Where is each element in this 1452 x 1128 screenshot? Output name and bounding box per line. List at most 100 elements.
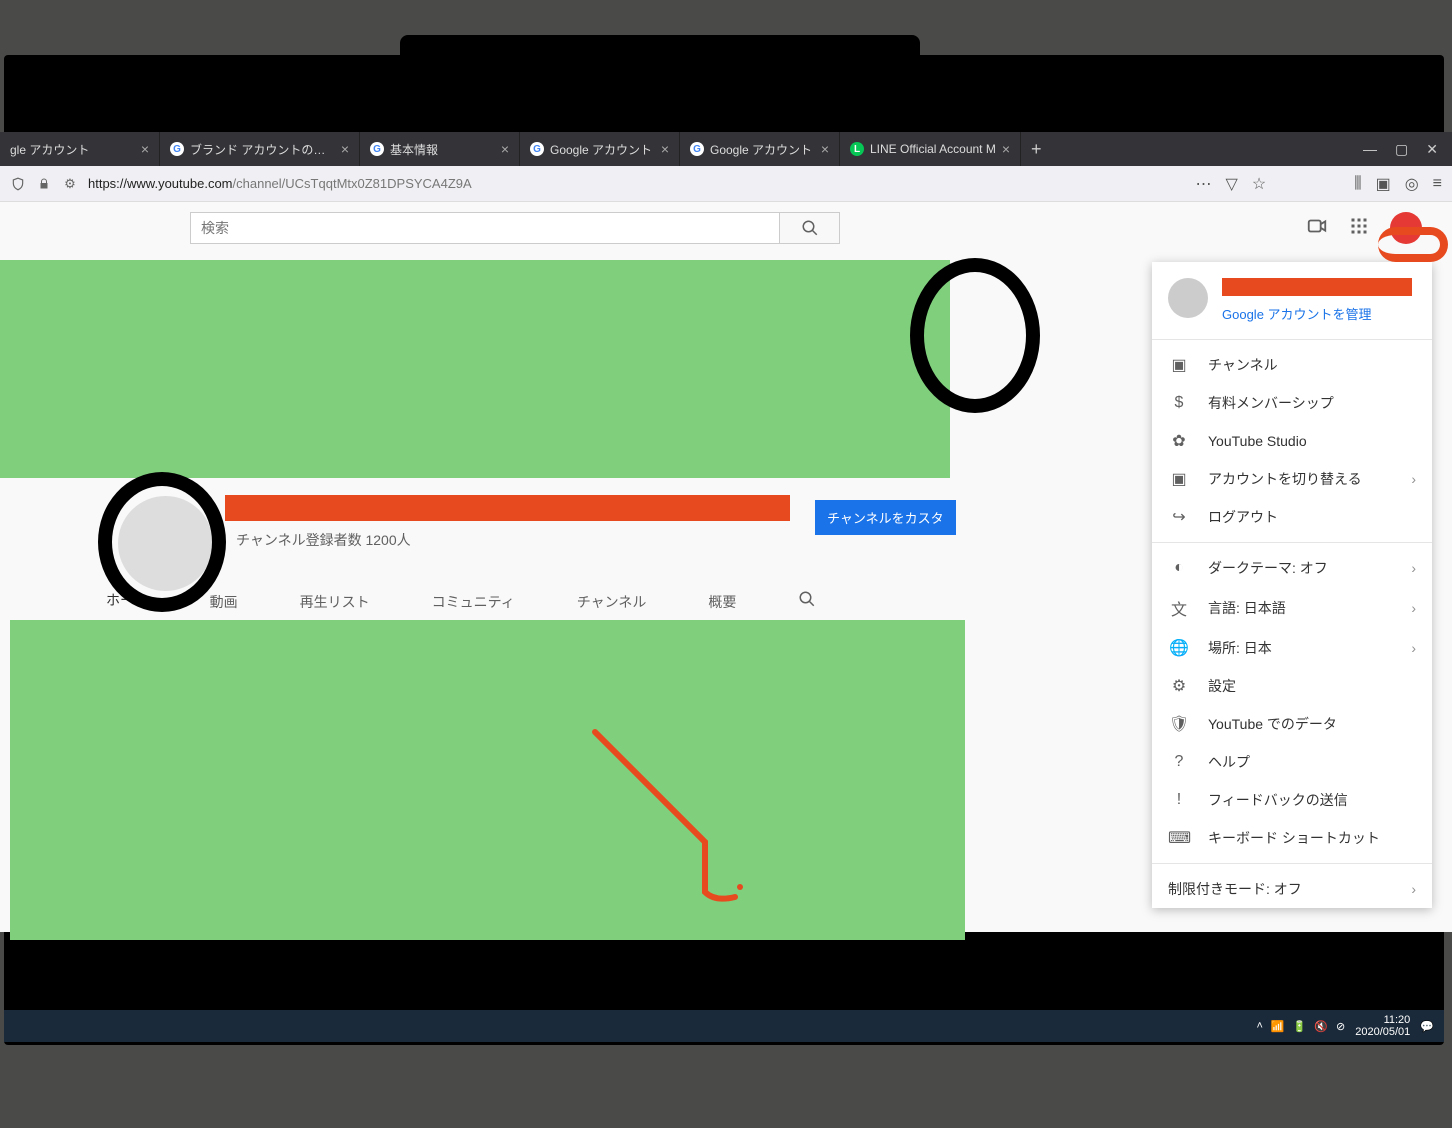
close-window-icon[interactable]: ✕ [1426, 141, 1438, 158]
chevron-right-icon: › [1411, 600, 1416, 616]
library-icon[interactable]: ⫼ [1354, 175, 1361, 193]
menu-location[interactable]: 🌐場所: 日本› [1152, 629, 1432, 667]
menu-studio[interactable]: ✿YouTube Studio [1152, 422, 1432, 460]
close-icon[interactable]: × [141, 141, 149, 157]
feedback-icon: ! [1168, 791, 1190, 809]
line-favicon-icon: L [850, 142, 864, 156]
redaction-channel-name [225, 495, 790, 521]
tab-about[interactable]: 概要 [702, 582, 742, 622]
apps-icon[interactable] [1350, 217, 1368, 240]
account-menu: Google アカウントを管理 ▣チャンネル $有料メンバーシップ ✿YouTu… [1152, 262, 1432, 908]
membership-icon: $ [1168, 394, 1190, 412]
manage-account-link[interactable]: Google アカウントを管理 [1222, 304, 1412, 323]
urlbar-right-icons: ⋯ ▽ ☆ ⫼ ▣ ◎ ≡ [1196, 174, 1442, 194]
account-avatar-icon [1168, 278, 1208, 318]
menu-shortcuts[interactable]: ⌨キーボード ショートカット [1152, 819, 1432, 857]
close-icon[interactable]: × [661, 141, 669, 157]
close-icon[interactable]: × [821, 141, 829, 157]
tab-title: ブランド アカウントの詳細 [190, 141, 335, 158]
close-icon[interactable]: × [501, 141, 509, 157]
more-icon[interactable]: ⋯ [1196, 174, 1212, 194]
status-icon[interactable]: ⊘ [1336, 1020, 1345, 1033]
create-icon[interactable] [1306, 215, 1328, 242]
search-button[interactable] [780, 212, 840, 244]
channel-avatar[interactable] [118, 496, 213, 591]
tab-title: 基本情報 [390, 141, 495, 158]
tab-community[interactable]: コミュニティ [426, 582, 521, 622]
close-icon[interactable]: × [1002, 141, 1010, 157]
tab-channels[interactable]: チャンネル [571, 582, 653, 622]
avatar-icon[interactable] [1390, 212, 1422, 244]
tab-3[interactable]: G Google アカウント × [520, 132, 680, 166]
google-favicon-icon: G [530, 142, 544, 156]
gear-icon: ✿ [1168, 431, 1190, 451]
gear-icon: ⚙ [1168, 676, 1190, 696]
wifi-icon[interactable]: 📶 [1271, 1020, 1285, 1033]
channel-tabs: ホーム 動画 再生リスト コミュニティ チャンネル 概要 [100, 580, 822, 623]
notifications-icon[interactable]: 💬 [1420, 1020, 1434, 1033]
tab-playlists[interactable]: 再生リスト [294, 582, 376, 622]
tab-title: Google アカウント [550, 141, 655, 158]
close-icon[interactable]: × [341, 141, 349, 157]
tracking-icon[interactable]: ▽ [1226, 174, 1238, 194]
menu-your-data[interactable]: 🛡YouTube でのデータ [1152, 705, 1432, 743]
browser-window: gle アカウント × G ブランド アカウントの詳細 × G 基本情報 × G… [0, 132, 1452, 932]
menu-signout[interactable]: ↪ログアウト [1152, 498, 1432, 536]
menu-dark-theme[interactable]: ◐ダークテーマ: オフ› [1152, 549, 1432, 587]
search-box [190, 212, 780, 244]
url-bar: ⚙ https://www.youtube.com/channel/UCsTqq… [0, 166, 1452, 202]
tab-strip: gle アカウント × G ブランド アカウントの詳細 × G 基本情報 × G… [0, 132, 1452, 166]
menu-settings[interactable]: ⚙設定 [1152, 667, 1432, 705]
tab-5[interactable]: L LINE Official Account M × [840, 132, 1021, 166]
help-icon: ? [1168, 753, 1190, 771]
search-input[interactable] [191, 220, 779, 236]
shield-icon[interactable] [10, 176, 26, 192]
account-icon[interactable]: ◎ [1405, 174, 1419, 194]
new-tab-button[interactable]: + [1021, 132, 1052, 166]
bookmark-star-icon[interactable]: ☆ [1252, 174, 1266, 194]
menu-help[interactable]: ?ヘルプ [1152, 743, 1432, 781]
menu-your-channel[interactable]: ▣チャンネル [1152, 346, 1432, 384]
tray-up-icon[interactable]: ˄ [1256, 1020, 1262, 1032]
chevron-right-icon: › [1411, 560, 1416, 576]
laptop-bezel: gle アカウント × G ブランド アカウントの詳細 × G 基本情報 × G… [0, 0, 1452, 1128]
youtube-header [0, 202, 1452, 254]
menu-icon[interactable]: ≡ [1433, 175, 1442, 193]
volume-icon[interactable]: 🔇 [1314, 1020, 1328, 1033]
menu-switch-account[interactable]: ▣アカウントを切り替える› [1152, 460, 1432, 498]
sidebar-icon[interactable]: ▣ [1376, 174, 1391, 194]
menu-separator [1152, 542, 1432, 543]
taskbar-clock[interactable]: 11:20 2020/05/01 [1355, 1014, 1410, 1038]
redaction-username [1222, 278, 1412, 296]
signout-icon: ↪ [1168, 507, 1190, 527]
lock-icon[interactable] [36, 176, 52, 192]
google-favicon-icon: G [370, 142, 384, 156]
tab-0[interactable]: gle アカウント × [0, 132, 160, 166]
menu-memberships[interactable]: $有料メンバーシップ [1152, 384, 1432, 422]
maximize-icon[interactable]: ▢ [1395, 141, 1408, 158]
chevron-right-icon: › [1411, 640, 1416, 656]
theme-icon: ◐ [1168, 559, 1190, 577]
person-icon: ▣ [1168, 355, 1190, 375]
subscriber-count: チャンネル登録者数 1200人 [236, 530, 411, 550]
minimize-icon[interactable]: — [1363, 141, 1377, 157]
google-favicon-icon: G [170, 142, 184, 156]
tab-videos[interactable]: 動画 [204, 582, 244, 622]
system-tray[interactable]: ˄ 📶 🔋 🔇 ⊘ [1256, 1020, 1345, 1033]
menu-language[interactable]: 文言語: 日本語› [1152, 587, 1432, 629]
battery-icon[interactable]: 🔋 [1293, 1020, 1307, 1033]
menu-feedback[interactable]: !フィードバックの送信 [1152, 781, 1432, 819]
menu-separator [1152, 863, 1432, 864]
url-text[interactable]: https://www.youtube.com/channel/UCsTqqtM… [88, 176, 472, 191]
customize-channel-button[interactable]: チャンネルをカスタ [815, 500, 956, 535]
tab-1[interactable]: G ブランド アカウントの詳細 × [160, 132, 360, 166]
permissions-icon[interactable]: ⚙ [62, 176, 78, 192]
globe-icon: 🌐 [1168, 638, 1190, 658]
menu-restricted-mode[interactable]: 制限付きモード: オフ› [1152, 870, 1432, 908]
switch-icon: ▣ [1168, 469, 1190, 489]
tab-2[interactable]: G 基本情報 × [360, 132, 520, 166]
tab-4[interactable]: G Google アカウント × [680, 132, 840, 166]
tab-home[interactable]: ホーム [100, 580, 154, 623]
menu-separator [1152, 339, 1432, 340]
channel-search-icon[interactable] [792, 580, 822, 623]
